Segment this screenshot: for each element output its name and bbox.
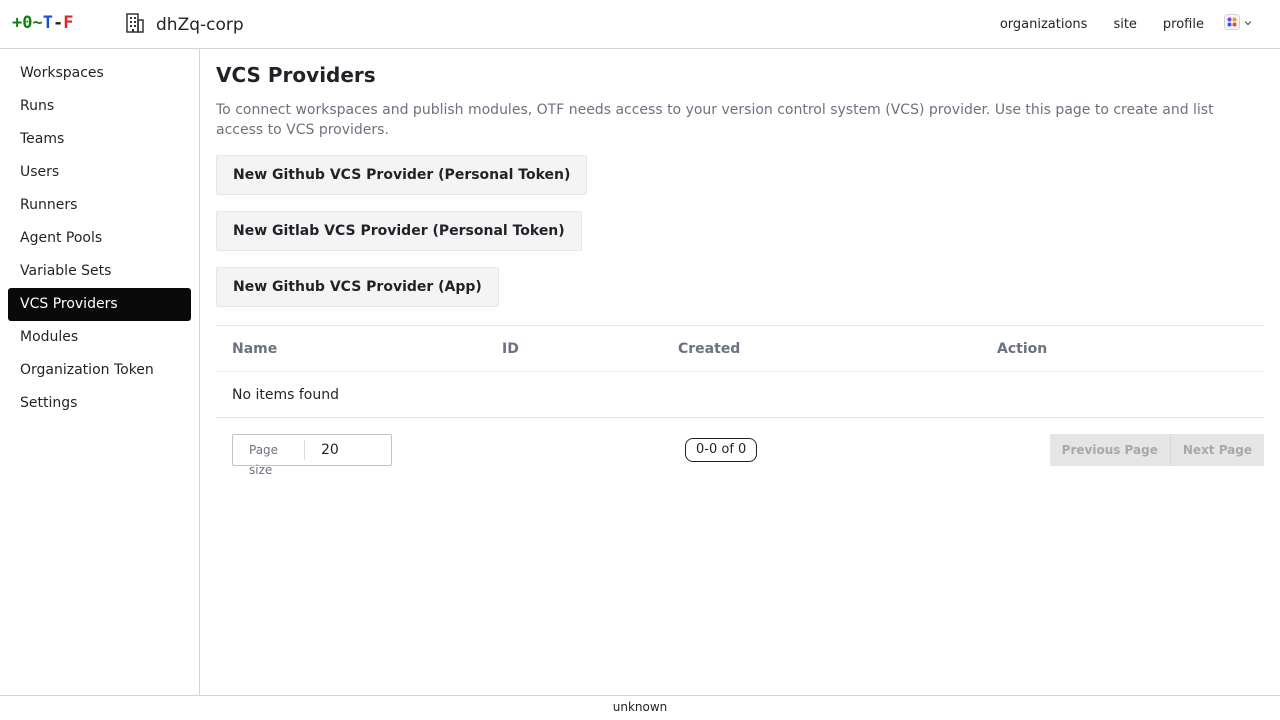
page-size-input[interactable] (321, 442, 391, 458)
sidebar-item-runs[interactable]: Runs (8, 90, 191, 123)
sidebar-item-teams[interactable]: Teams (8, 123, 191, 156)
logo-part: - (52, 13, 64, 33)
table-header: Name ID Created Action (216, 326, 1264, 372)
sidebar-item-agent-pools[interactable]: Agent Pools (8, 222, 191, 255)
page-count-badge: 0-0 of 0 (685, 438, 758, 462)
logo-part: T (42, 13, 53, 33)
sidebar-item-runners[interactable]: Runners (8, 189, 191, 222)
theme-selector[interactable] (1224, 14, 1253, 34)
empty-state-text: No items found (232, 387, 339, 403)
palette-icon (1224, 14, 1240, 34)
main-content: VCS Providers To connect workspaces and … (216, 49, 1264, 477)
sidebar-item-organization-token[interactable]: Organization Token (8, 354, 191, 387)
column-header-name: Name (232, 341, 278, 357)
column-header-id: ID (502, 341, 519, 357)
logo-part: ~ (32, 13, 43, 33)
new-github-app-provider-button[interactable]: New Github VCS Provider (App) (216, 267, 499, 307)
building-icon (124, 12, 146, 38)
page-size-label: Page size (233, 440, 305, 477)
column-header-action: Action (997, 341, 1048, 357)
organization-name[interactable]: dhZq-corp (156, 15, 244, 35)
sidebar-item-modules[interactable]: Modules (8, 321, 191, 354)
page-title: VCS Providers (216, 63, 376, 87)
version-text: unknown (612, 700, 668, 714)
sidebar-item-settings[interactable]: Settings (8, 387, 191, 420)
page-description: To connect workspaces and publish module… (216, 102, 1214, 138)
logo-part: +0 (12, 13, 33, 33)
pagination: Page size 0-0 of 0 Previous Page Next Pa… (216, 433, 1264, 477)
table-empty-row: No items found (216, 372, 1264, 418)
previous-page-button[interactable]: Previous Page (1049, 434, 1171, 466)
organization-breadcrumb[interactable]: dhZq-corp (124, 12, 244, 38)
sidebar: Workspaces Runs Teams Users Runners Agen… (0, 49, 200, 695)
column-header-created: Created (678, 341, 741, 357)
footer: unknown (0, 695, 1280, 720)
top-nav: organizations site profile (974, 14, 1253, 34)
action-buttons: New Github VCS Provider (Personal Token)… (216, 155, 1264, 307)
new-github-token-provider-button[interactable]: New Github VCS Provider (Personal Token) (216, 155, 588, 195)
nav-site-link[interactable]: site (1113, 17, 1136, 32)
sidebar-item-variable-sets[interactable]: Variable Sets (8, 255, 191, 288)
top-bar: +0~T-F dhZq-corp organizations site prof… (0, 0, 1280, 49)
sidebar-item-users[interactable]: Users (8, 156, 191, 189)
otf-logo[interactable]: +0~T-F (12, 13, 73, 33)
page-size-control: Page size (232, 434, 392, 477)
chevron-down-icon (1243, 16, 1253, 32)
nav-profile-link[interactable]: profile (1163, 17, 1204, 32)
new-gitlab-token-provider-button[interactable]: New Gitlab VCS Provider (Personal Token) (216, 211, 582, 251)
page-nav-buttons: Previous Page Next Page (1049, 434, 1264, 466)
vcs-providers-table: Name ID Created Action No items found (216, 325, 1264, 418)
sidebar-item-workspaces[interactable]: Workspaces (8, 57, 191, 90)
sidebar-item-vcs-providers[interactable]: VCS Providers (8, 288, 191, 321)
logo-part: F (63, 13, 74, 33)
next-page-button[interactable]: Next Page (1170, 434, 1264, 466)
nav-organizations-link[interactable]: organizations (1000, 17, 1088, 32)
